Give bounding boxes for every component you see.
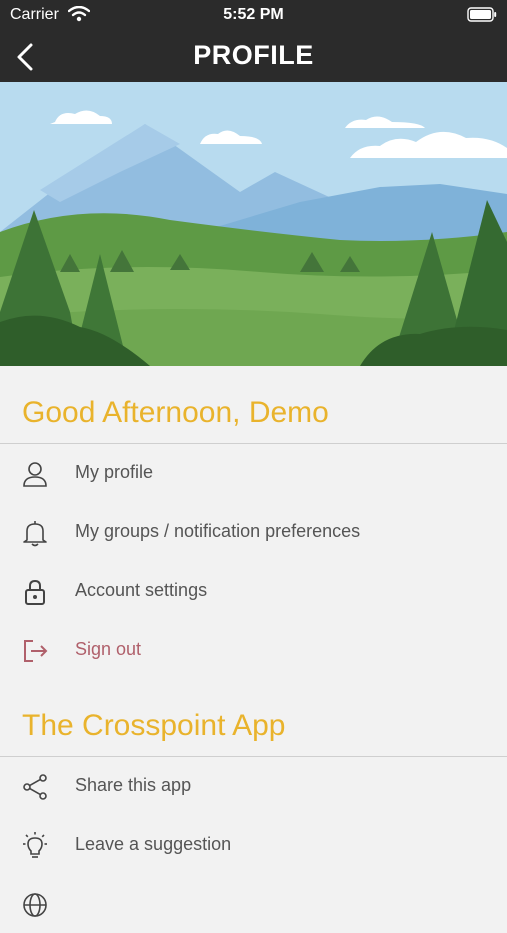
status-bar: Carrier 5:52 PM <box>0 0 507 30</box>
menu-item-website[interactable] <box>0 875 507 933</box>
clock: 5:52 PM <box>223 6 284 23</box>
navigation-bar: PROFILE <box>0 30 507 82</box>
landscape-banner-image <box>0 82 507 366</box>
menu-item-label: Account settings <box>75 580 208 600</box>
battery-icon <box>467 7 497 22</box>
bell-icon <box>23 521 47 547</box>
lightbulb-icon <box>23 832 47 858</box>
menu-item-sign-out[interactable]: Sign out <box>0 621 507 679</box>
page-title: PROFILE <box>193 40 314 70</box>
lock-icon <box>25 579 45 605</box>
menu-item-share-app[interactable]: Share this app <box>0 757 507 815</box>
person-icon <box>23 462 47 487</box>
menu-item-leave-suggestion[interactable]: Leave a suggestion <box>0 816 507 874</box>
menu-item-label: Share this app <box>75 775 192 795</box>
menu-item-my-profile[interactable]: My profile <box>0 444 507 502</box>
globe-icon <box>23 893 47 917</box>
app-section-heading: The Crosspoint App <box>22 709 286 742</box>
sign-out-icon <box>24 640 48 662</box>
menu-item-label: Leave a suggestion <box>75 834 232 854</box>
share-icon <box>23 774 47 800</box>
menu-item-label: My profile <box>75 462 154 482</box>
greeting-heading: Good Afternoon, Demo <box>22 396 329 429</box>
menu-item-label: My groups / notification preferences <box>75 521 361 541</box>
menu-item-label: Sign out <box>75 639 142 659</box>
menu-item-my-groups[interactable]: My groups / notification preferences <box>0 503 507 561</box>
menu-item-account-settings[interactable]: Account settings <box>0 562 507 620</box>
